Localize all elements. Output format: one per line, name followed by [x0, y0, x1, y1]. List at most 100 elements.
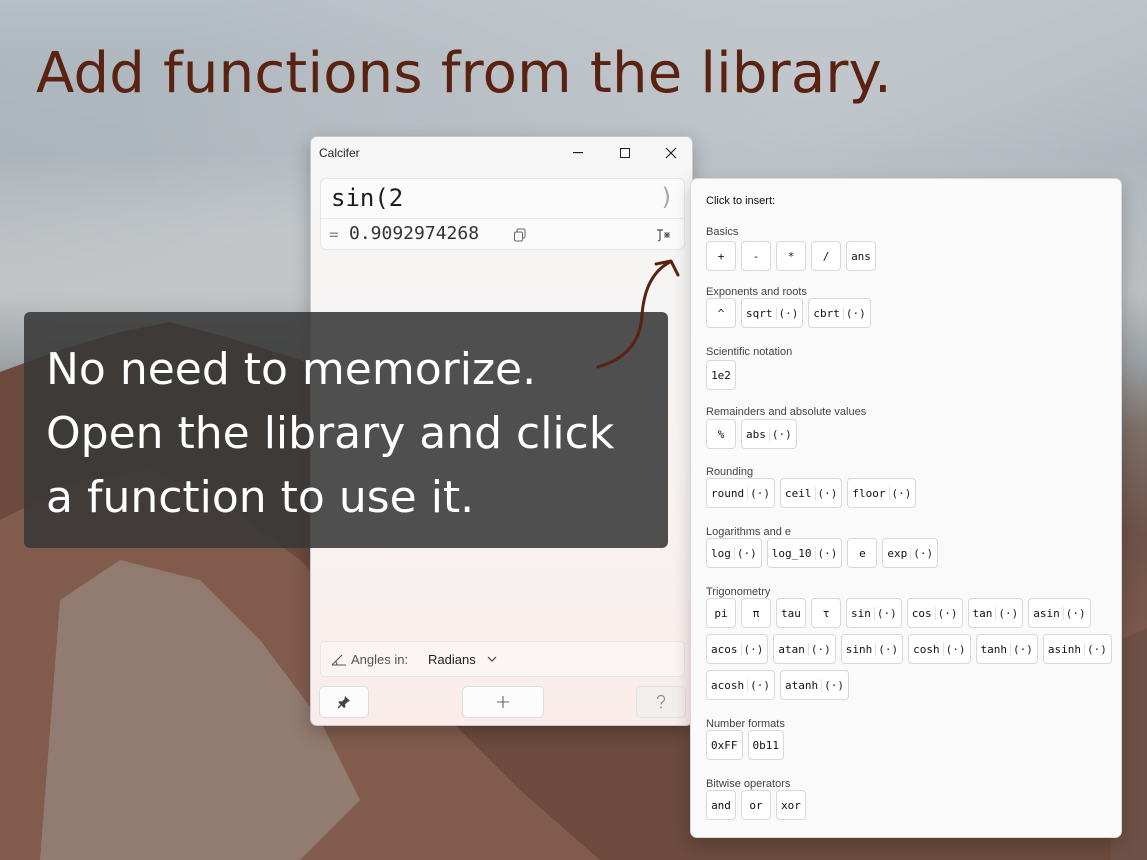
help-icon	[656, 694, 666, 709]
function-name: asin	[1033, 606, 1060, 620]
function-arg-placeholder: (·)	[942, 642, 966, 656]
callout-text: No need to memorize. Open the library an…	[46, 338, 614, 530]
function-button-ceil[interactable]: ceil (·)	[780, 478, 843, 508]
function-arg-placeholder: (·)	[747, 486, 770, 500]
add-button[interactable]	[462, 686, 544, 718]
copy-icon[interactable]	[512, 227, 528, 243]
category-label-number-formats: Number formats	[706, 718, 785, 730]
close-icon	[665, 147, 677, 159]
function-button-cbrt[interactable]: cbrt (·)	[808, 298, 871, 328]
function-name: 0b11	[752, 738, 780, 752]
function-button-sym[interactable]: ^	[706, 298, 736, 328]
function-button-cos[interactable]: cos (·)	[906, 598, 963, 628]
function-button-sym[interactable]: %	[706, 419, 736, 449]
result-row: = 0.9092974268	[321, 219, 684, 251]
function-name: %	[717, 427, 725, 441]
function-button-asinh[interactable]: asinh (·)	[1042, 634, 1112, 664]
function-name: sinh	[845, 642, 873, 656]
function-button-exp[interactable]: exp (·)	[882, 538, 939, 568]
function-name: π	[752, 606, 760, 620]
app-title: Calcifer	[319, 146, 360, 160]
pin-icon	[337, 696, 350, 709]
function-button-round[interactable]: round (·)	[706, 478, 775, 508]
function-button-asin[interactable]: asin (·)	[1028, 598, 1091, 628]
function-arg-placeholder: (·)	[807, 642, 831, 656]
maximize-button[interactable]	[602, 137, 648, 169]
function-button-atan[interactable]: atan (·)	[773, 634, 836, 664]
maximize-icon	[620, 148, 630, 158]
function-name: e	[859, 546, 866, 560]
function-button-0xff[interactable]: 0xFF	[706, 730, 743, 760]
function-button-acosh[interactable]: acosh (·)	[706, 670, 775, 700]
function-button-atanh[interactable]: atanh (·)	[780, 670, 849, 700]
function-button-log[interactable]: log (·)	[706, 538, 762, 568]
function-name: log	[711, 546, 731, 560]
function-button-sym[interactable]: -	[741, 241, 771, 271]
function-button-e[interactable]: e	[847, 538, 878, 568]
function-name: atanh	[785, 678, 819, 692]
function-name: 1e2	[711, 368, 731, 382]
function-arg-placeholder: (·)	[910, 546, 933, 560]
function-button-1e2[interactable]: 1e2	[706, 360, 736, 390]
callout-line: a function to use it.	[46, 472, 475, 523]
function-arg-placeholder: (·)	[775, 306, 798, 320]
function-button-sin[interactable]: sin (·)	[846, 598, 902, 628]
category-label-scientific-notation: Scientific notation	[706, 346, 793, 358]
function-button-sym[interactable]: τ	[811, 598, 841, 628]
function-arg-placeholder: (·)	[873, 606, 897, 620]
category-label-exponents-and-roots: Exponents and roots	[706, 286, 807, 298]
pin-button[interactable]	[319, 686, 369, 718]
function-button-sinh[interactable]: sinh (·)	[840, 634, 904, 664]
function-name: /	[822, 249, 830, 263]
function-row: acos (·) atan (·) sinh (·) cosh (·) tanh (·) asinh…	[706, 634, 1112, 664]
function-button-cosh[interactable]: cosh (·)	[908, 634, 971, 664]
function-button-acos[interactable]: acos (·)	[706, 634, 769, 664]
function-button-abs[interactable]: abs (·)	[741, 419, 797, 449]
function-button-tan[interactable]: tan (·)	[967, 598, 1024, 628]
function-button-tanh[interactable]: tanh (·)	[975, 634, 1038, 664]
function-row: ^ sqrt (·) cbrt (·)	[706, 298, 871, 328]
function-button-xor[interactable]: xor	[776, 790, 806, 820]
function-button-and[interactable]: and	[706, 790, 736, 820]
function-button-floor[interactable]: floor (·)	[847, 478, 917, 508]
function-button-sym[interactable]: /	[811, 241, 841, 271]
function-button-0b11[interactable]: 0b11	[747, 730, 784, 760]
auto-close-paren: )	[659, 183, 674, 211]
function-name: xor	[781, 798, 801, 812]
function-arg-placeholder: (·)	[747, 678, 770, 692]
function-button-pi[interactable]: pi	[706, 598, 736, 628]
function-row: acosh (·) atanh (·)	[706, 670, 849, 700]
function-button-tau[interactable]: tau	[776, 598, 806, 628]
function-row: log (·) log_10 (·) e exp (·)	[706, 538, 939, 568]
function-row: 1e2	[706, 360, 736, 390]
function-button-or[interactable]: or	[741, 790, 771, 820]
function-arg-placeholder: (·)	[768, 427, 792, 441]
library-header: Click to insert:	[706, 195, 776, 207]
help-button[interactable]	[636, 686, 686, 718]
function-name: 0xFF	[711, 738, 738, 752]
function-name: cosh	[913, 642, 940, 656]
function-button-sym[interactable]: +	[706, 241, 736, 271]
function-name: exp	[887, 546, 908, 560]
expression-input[interactable]: sin(2 )	[321, 179, 684, 219]
minimize-button[interactable]	[555, 137, 601, 169]
function-name: ceil	[785, 486, 812, 500]
close-button[interactable]	[648, 137, 694, 169]
function-button-sqrt[interactable]: sqrt (·)	[741, 298, 804, 328]
function-button-ans[interactable]: ans	[846, 241, 876, 271]
angle-unit-selector[interactable]: Angles in: Radians	[320, 641, 685, 677]
function-name: sin	[851, 606, 871, 620]
function-button-log-10[interactable]: log_10 (·)	[766, 538, 843, 568]
function-name: asinh	[1047, 642, 1081, 656]
function-name: tanh	[980, 642, 1008, 656]
function-arg-placeholder: (·)	[888, 486, 911, 500]
function-library-panel: Click to insert: Basics + - * / ans Exponents …	[690, 178, 1122, 838]
function-name: or	[749, 798, 763, 812]
function-button-sym[interactable]: *	[776, 241, 806, 271]
function-library-button[interactable]	[652, 224, 676, 246]
function-arg-placeholder: (·)	[875, 642, 898, 656]
function-name: +	[717, 249, 725, 263]
function-button-sym[interactable]: π	[741, 598, 771, 628]
function-row: round (·) ceil (·) floor (·)	[706, 478, 917, 508]
function-arg-placeholder: (·)	[814, 486, 837, 500]
